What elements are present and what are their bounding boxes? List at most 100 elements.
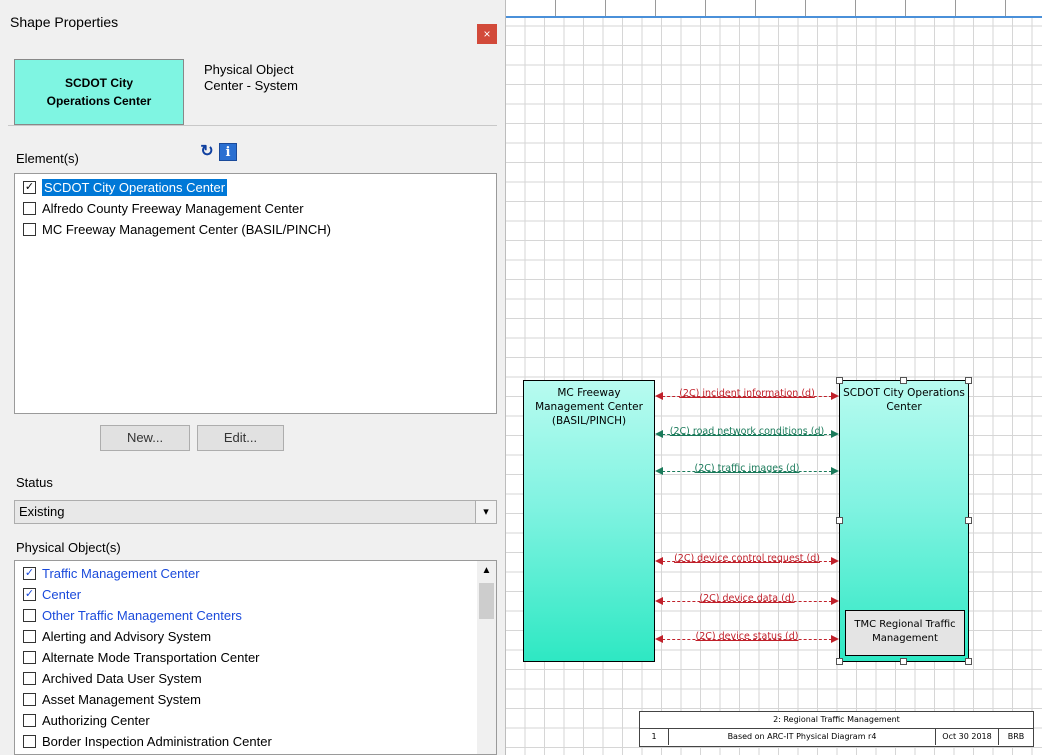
title-block: 2: Regional Traffic Management 1 Based o… — [639, 711, 1034, 747]
list-item[interactable]: ✓ Traffic Management Center — [15, 563, 496, 584]
arrowhead-right-icon — [831, 635, 839, 643]
list-item[interactable]: Alerting and Advisory System — [15, 626, 496, 647]
physical-object-type: Physical Object Center - System — [204, 62, 298, 93]
scroll-thumb[interactable] — [479, 583, 494, 619]
checkbox-checked[interactable]: ✓ — [23, 181, 36, 194]
arrowhead-right-icon — [831, 392, 839, 400]
list-item[interactable]: Other Traffic Management Centers — [15, 605, 496, 626]
chevron-up-icon[interactable]: ▲ — [477, 565, 496, 576]
flow-label: (2C) device control request (d) — [674, 553, 820, 564]
physical-object-name: SCDOT City Operations Center — [46, 76, 152, 108]
list-item[interactable]: ✓ SCDOT City Operations Center — [15, 177, 496, 198]
status-select[interactable]: Existing ▾ — [14, 500, 497, 524]
checkbox-checked[interactable]: ✓ — [23, 588, 36, 601]
element-label: Alfredo County Freeway Management Center — [42, 201, 304, 216]
arrowhead-left-icon — [655, 430, 663, 438]
flow-label: (2C) traffic images (d) — [694, 463, 800, 474]
status-label: Status — [16, 475, 53, 490]
arrowhead-right-icon — [831, 467, 839, 475]
flow-label: (2C) road network conditions (d) — [669, 426, 825, 437]
checkbox[interactable] — [23, 651, 36, 664]
selection-handle[interactable] — [965, 377, 972, 384]
flow-traffic-images[interactable]: (2C) traffic images (d) — [655, 463, 839, 478]
flow-label: (2C) device data (d) — [699, 593, 795, 604]
selection-handle[interactable] — [965, 517, 972, 524]
physical-object-swatch[interactable]: SCDOT City Operations Center — [14, 59, 184, 125]
arrowhead-right-icon — [831, 597, 839, 605]
checkbox-checked[interactable]: ✓ — [23, 567, 36, 580]
flow-device-data[interactable]: (2C) device data (d) — [655, 593, 839, 608]
arrowhead-right-icon — [831, 430, 839, 438]
elements-label: Element(s) — [16, 151, 79, 166]
horizontal-ruler — [505, 0, 1042, 18]
physical-object-label: Archived Data User System — [42, 671, 202, 686]
status-value: Existing — [19, 504, 65, 519]
list-item[interactable]: Archived Data User System — [15, 668, 496, 689]
checkbox[interactable] — [23, 714, 36, 727]
diagram-canvas[interactable]: MC Freeway Management Center (BASIL/PINC… — [505, 0, 1042, 755]
element-label: SCDOT City Operations Center — [42, 179, 228, 196]
flow-road-network-conditions[interactable]: (2C) road network conditions (d) — [655, 426, 839, 441]
checkbox[interactable] — [23, 223, 36, 236]
list-item[interactable]: Alfredo County Freeway Management Center — [15, 198, 496, 219]
panel-title: Shape Properties — [10, 14, 119, 30]
title-block-title: 2: Regional Traffic Management — [640, 712, 1033, 729]
physical-object-label: Alternate Mode Transportation Center — [42, 650, 260, 665]
checkbox[interactable] — [23, 693, 36, 706]
flow-incident-information[interactable]: (2C) incident information (d) — [655, 388, 839, 403]
checkbox[interactable] — [23, 609, 36, 622]
physical-object-label: Authorizing Center — [42, 713, 150, 728]
list-item[interactable]: Alternate Mode Transportation Center — [15, 647, 496, 668]
physical-object-label: Traffic Management Center — [42, 566, 200, 581]
selection-handle[interactable] — [900, 658, 907, 665]
physical-objects-list[interactable]: ✓ Traffic Management Center ✓ Center Other… — [14, 560, 497, 755]
selection-handle[interactable] — [900, 377, 907, 384]
new-button[interactable]: New... — [100, 425, 190, 451]
checkbox[interactable] — [23, 630, 36, 643]
checkbox[interactable] — [23, 735, 36, 748]
flow-label: (2C) incident information (d) — [679, 388, 815, 399]
flow-device-control-request[interactable]: (2C) device control request (d) — [655, 553, 839, 568]
refresh-icon[interactable]: ↻ — [198, 143, 216, 161]
edit-button[interactable]: Edit... — [197, 425, 284, 451]
arrowhead-left-icon — [655, 467, 663, 475]
arrowhead-left-icon — [655, 635, 663, 643]
list-item[interactable]: Authorizing Center — [15, 710, 496, 731]
physical-object-label: Alerting and Advisory System — [42, 629, 212, 644]
left-center-label: MC Freeway Management Center (BASIL/PINC… — [535, 387, 643, 427]
sub-block-label: TMC Regional Traffic Management — [854, 619, 956, 644]
element-label: MC Freeway Management Center (BASIL/PINC… — [42, 222, 331, 237]
flow-label: (2C) device status (d) — [695, 631, 799, 642]
list-item[interactable]: Border Inspection Administration Center — [15, 731, 496, 752]
scrollbar[interactable]: ▲ — [477, 561, 496, 754]
physical-object-label: Other Traffic Management Centers — [42, 608, 242, 623]
flow-device-status[interactable]: (2C) device status (d) — [655, 631, 839, 646]
arrowhead-right-icon — [831, 557, 839, 565]
physical-object-label: Asset Management System — [42, 692, 201, 707]
title-block-description: Based on ARC-IT Physical Diagram r4 — [669, 729, 936, 745]
physical-object-label: Border Inspection Administration Center — [42, 734, 272, 749]
physical-objects-label: Physical Object(s) — [16, 540, 121, 555]
selection-handle[interactable] — [836, 377, 843, 384]
title-block-author: BRB — [1007, 732, 1025, 741]
close-button[interactable]: × — [477, 24, 497, 44]
elements-list[interactable]: ✓ SCDOT City Operations Center Alfredo C… — [14, 173, 497, 414]
checkbox[interactable] — [23, 202, 36, 215]
left-center-block[interactable]: MC Freeway Management Center (BASIL/PINC… — [523, 380, 655, 662]
chevron-down-icon[interactable]: ▾ — [475, 501, 496, 523]
list-item[interactable]: MC Freeway Management Center (BASIL/PINC… — [15, 219, 496, 240]
close-icon: × — [483, 27, 491, 41]
title-block-number: 1 — [640, 729, 669, 745]
arrowhead-left-icon — [655, 557, 663, 565]
shape-properties-panel: Shape Properties × SCDOT City Operations… — [0, 0, 506, 755]
info-icon[interactable]: i — [219, 143, 237, 161]
list-item[interactable]: Asset Management System — [15, 689, 496, 710]
sub-block[interactable]: TMC Regional Traffic Management — [845, 610, 965, 656]
list-item[interactable]: ✓ Center — [15, 584, 496, 605]
arrowhead-left-icon — [655, 392, 663, 400]
selection-handle[interactable] — [836, 658, 843, 665]
title-block-date: Oct 30 2018 — [936, 729, 999, 745]
selection-handle[interactable] — [965, 658, 972, 665]
checkbox[interactable] — [23, 672, 36, 685]
selection-handle[interactable] — [836, 517, 843, 524]
